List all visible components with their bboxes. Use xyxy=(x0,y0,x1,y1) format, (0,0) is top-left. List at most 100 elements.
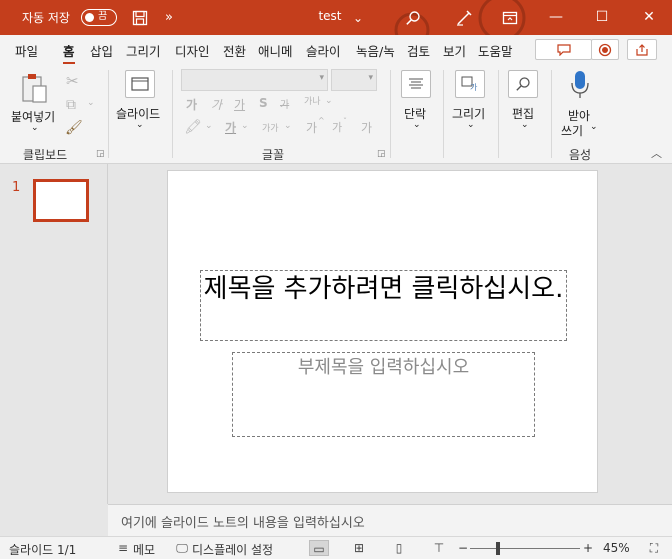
separator xyxy=(172,70,173,158)
notes-toggle-button[interactable]: 메모 xyxy=(133,541,155,558)
slide-thumbnail-pane: 1 xyxy=(0,164,108,504)
search-icon[interactable] xyxy=(402,7,424,29)
dictate-label-line2: 쓰기 xyxy=(561,124,584,138)
font-color-button[interactable]: 가 xyxy=(225,119,236,136)
minimize-button[interactable]: — xyxy=(533,0,579,35)
collapse-ribbon-icon[interactable]: ︿ xyxy=(651,145,662,161)
more-commands-icon[interactable]: » xyxy=(158,7,180,29)
tab-home[interactable]: 홈 xyxy=(63,41,75,65)
paste-dropdown-icon: ⌄ xyxy=(31,123,39,133)
tab-help[interactable]: 도움말 xyxy=(478,41,513,60)
reading-view-icon[interactable]: ▯ xyxy=(390,540,408,556)
comments-button[interactable] xyxy=(535,39,592,60)
dictate-button[interactable]: 받아 쓰기 ⌄ xyxy=(559,70,601,140)
drawing-button[interactable]: 가 그리기 ⌄ xyxy=(450,70,492,140)
title-chevron-icon[interactable]: ⌄ xyxy=(347,7,369,29)
tab-recording[interactable]: 녹음/녹 xyxy=(356,41,402,60)
slide-canvas[interactable]: 제목을 추가하려면 클릭하십시오. 부제목을 입력하십시오 xyxy=(167,170,598,493)
tab-transitions[interactable]: 전환 xyxy=(223,41,246,60)
zoom-out-button[interactable]: − xyxy=(458,541,468,555)
grow-font-button[interactable]: 가 xyxy=(306,119,317,136)
separator xyxy=(390,70,391,158)
highlight-dropdown-icon[interactable]: ⌄ xyxy=(205,121,213,131)
paragraph-button[interactable]: 단락 ⌄ xyxy=(398,70,434,140)
status-bar: 슬라이드 1/1 ≡ 메모 🖵 디스플레이 설정 ▭ ⊞ ▯ ⊤ − + 45%… xyxy=(0,536,672,559)
grow-font-arrow-icon: ^ xyxy=(318,116,325,125)
record-button[interactable] xyxy=(591,39,619,60)
tab-design[interactable]: 디자인 xyxy=(175,41,210,60)
drawing-dropdown-icon: ⌄ xyxy=(467,120,475,130)
tab-slideshow[interactable]: 슬라이 xyxy=(306,41,341,60)
normal-view-icon[interactable]: ▭ xyxy=(309,540,329,556)
new-slide-button[interactable]: 슬라이드 ⌄ xyxy=(113,70,167,140)
title-placeholder[interactable]: 제목을 추가하려면 클릭하십시오. xyxy=(200,270,567,341)
italic-button[interactable]: 가 xyxy=(211,96,222,113)
dictate-dropdown-icon: ⌄ xyxy=(590,122,598,132)
maximize-button[interactable]: ☐ xyxy=(579,0,625,35)
slideshow-icon[interactable]: ⊤ xyxy=(430,540,448,556)
display-settings-icon: 🖵 xyxy=(176,541,188,555)
microphone-icon xyxy=(571,71,589,98)
bold-button[interactable]: 가 xyxy=(186,96,197,113)
copy-dropdown-icon[interactable]: ⌄ xyxy=(87,98,95,108)
highlight-icon[interactable]: 🖍 xyxy=(184,119,202,135)
change-case-button[interactable]: 가가 xyxy=(262,121,279,134)
zoom-slider-track[interactable] xyxy=(470,548,580,549)
tab-review[interactable]: 검토 xyxy=(407,41,430,60)
font-color-dropdown-icon[interactable]: ⌄ xyxy=(241,121,249,131)
subtitle-placeholder[interactable]: 부제목을 입력하십시오 xyxy=(232,352,535,437)
tab-insert[interactable]: 삽입 xyxy=(90,41,113,60)
notes-placeholder: 여기에 슬라이드 노트의 내용을 입력하십시오 xyxy=(121,516,365,531)
change-case-dropdown-icon[interactable]: ⌄ xyxy=(284,121,292,131)
tab-view[interactable]: 보기 xyxy=(443,41,466,60)
zoom-slider-thumb[interactable] xyxy=(496,542,500,555)
svg-text:가: 가 xyxy=(470,83,478,92)
tab-file[interactable]: 파일 xyxy=(15,41,38,60)
font-launcher-icon[interactable]: ◲ xyxy=(377,149,386,159)
character-spacing-dropdown-icon[interactable]: ⌄ xyxy=(325,96,333,106)
ribbon-tabs: 파일 홈 삽입 그리기 디자인 전환 애니메 슬라이 녹음/녹 검토 보기 도움… xyxy=(0,35,672,65)
display-settings-button[interactable]: 디스플레이 설정 xyxy=(192,541,273,558)
notes-left-spacer xyxy=(0,504,108,536)
clipboard-launcher-icon[interactable]: ◲ xyxy=(96,149,105,159)
clipboard-group-label: 클립보드 xyxy=(23,148,68,162)
copy-icon[interactable]: ⧉ xyxy=(66,97,76,113)
shapes-icon: 가 xyxy=(455,70,485,98)
paste-icon xyxy=(22,74,47,103)
clear-formatting-button[interactable]: 가 xyxy=(361,119,372,136)
share-icon xyxy=(636,44,648,56)
chevron-down-icon: ▾ xyxy=(368,73,373,83)
autosave-toggle[interactable]: 끔 xyxy=(81,9,117,26)
font-size-combo[interactable]: ▾ xyxy=(331,69,377,91)
slide-counter: 슬라이드 1/1 xyxy=(9,543,77,557)
underline-button[interactable]: 가 xyxy=(234,96,245,113)
font-family-combo[interactable]: ▾ xyxy=(181,69,328,91)
save-icon[interactable] xyxy=(129,7,151,29)
separator xyxy=(443,70,444,158)
shrink-font-button[interactable]: 가 xyxy=(332,119,342,135)
font-group-label: 글꼴 xyxy=(262,148,285,162)
character-spacing-button[interactable]: 가나 xyxy=(304,94,321,107)
pen-icon[interactable] xyxy=(453,7,475,29)
tab-draw[interactable]: 그리기 xyxy=(126,41,161,60)
fit-to-window-icon[interactable]: ⛶ xyxy=(645,540,663,556)
editing-button[interactable]: 편집 ⌄ xyxy=(505,70,541,140)
chevron-down-icon: ▾ xyxy=(319,73,324,83)
notes-pane[interactable]: 여기에 슬라이드 노트의 내용을 입력하십시오 xyxy=(108,504,672,536)
shrink-font-arrow-icon: ˇ xyxy=(343,117,347,126)
close-button[interactable]: ✕ xyxy=(626,0,672,35)
slide-sorter-icon[interactable]: ⊞ xyxy=(350,540,368,556)
shadow-button[interactable]: S xyxy=(259,96,268,110)
zoom-level[interactable]: 45% xyxy=(603,541,630,555)
zoom-in-button[interactable]: + xyxy=(583,541,593,555)
cut-icon[interactable]: ✂ xyxy=(66,72,79,90)
share-button[interactable] xyxy=(627,39,657,60)
strikethrough-button[interactable]: 가 xyxy=(280,96,289,111)
editing-search-icon xyxy=(508,70,538,98)
slide-thumbnail[interactable] xyxy=(33,179,89,222)
slide-number: 1 xyxy=(12,180,21,195)
paste-button[interactable]: 붙여넣기 ⌄ xyxy=(11,70,58,140)
format-painter-icon[interactable]: 🖌 xyxy=(65,120,83,136)
ribbon-display-icon[interactable] xyxy=(499,7,521,29)
tab-animations[interactable]: 애니메 xyxy=(258,41,293,60)
